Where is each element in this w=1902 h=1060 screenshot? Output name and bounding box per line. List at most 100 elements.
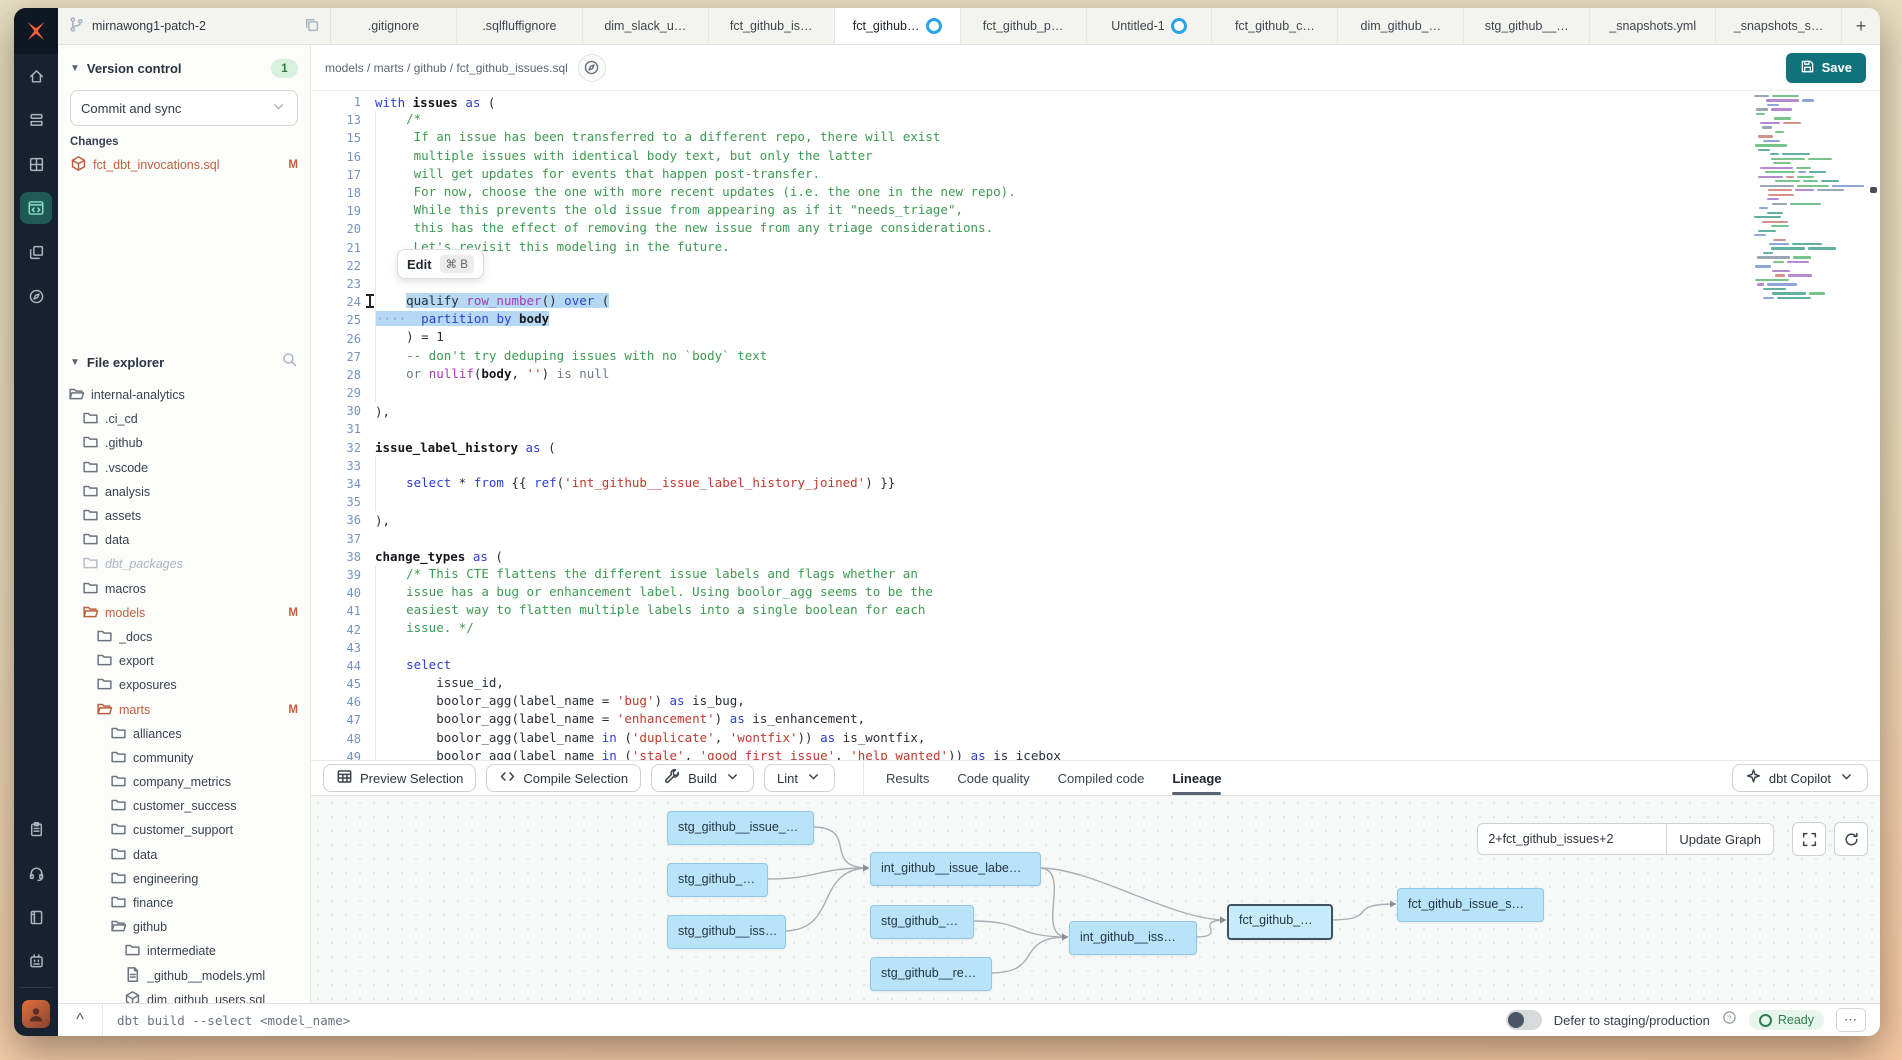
code-editor[interactable]: 1with issues as (13 /*15 If an issue has… — [311, 91, 1880, 760]
dbt-command-input[interactable]: dbt build --select <model_name> — [117, 1013, 350, 1028]
minimap[interactable] — [1754, 95, 1864, 310]
lineage-node-n8[interactable]: fct_github_… — [1227, 904, 1333, 940]
tab-compiled-code[interactable]: Compiled code — [1058, 761, 1145, 795]
rail-item-dbt-logo[interactable] — [14, 8, 58, 54]
defer-toggle[interactable] — [1506, 1010, 1542, 1030]
tab-results[interactable]: Results — [886, 761, 929, 795]
compile-selection-button[interactable]: Compile Selection — [486, 764, 641, 792]
code-line[interactable]: 15 If an issue has been transferred to a… — [311, 129, 1880, 147]
code-line[interactable]: 44 select — [311, 657, 1880, 675]
tree-item-internal-analytics[interactable]: internal-analytics — [58, 383, 310, 407]
code-line[interactable]: 23 — [311, 275, 1880, 293]
tree-item-.ci_cd[interactable]: .ci_cd — [58, 407, 310, 431]
lineage-selector-input[interactable] — [1477, 823, 1666, 855]
file-tab[interactable]: fct_github_is… — [709, 8, 835, 44]
code-line[interactable]: 19 While this prevents the old issue fro… — [311, 202, 1880, 220]
file-tab[interactable]: .sqlfluffignore — [457, 8, 583, 44]
lineage-node-n3[interactable]: stg_github__iss… — [667, 915, 786, 949]
changed-file[interactable]: fct_dbt_invocations.sqlM — [58, 152, 310, 178]
save-button[interactable]: Save — [1786, 53, 1866, 83]
tree-item-_docs[interactable]: _docs — [58, 625, 310, 649]
preview-selection-button[interactable]: Preview Selection — [323, 764, 476, 792]
tree-item-alliances[interactable]: alliances — [58, 722, 310, 746]
rail-item-home[interactable] — [14, 54, 58, 98]
file-tab[interactable]: fct_github… — [835, 8, 961, 44]
code-line[interactable]: 49 boolor_agg(label_name in ('stale', 'g… — [311, 748, 1880, 760]
code-line[interactable]: 46 boolor_agg(label_name = 'bug') as is_… — [311, 693, 1880, 711]
search-icon[interactable] — [281, 351, 298, 373]
tree-item-.github[interactable]: .github — [58, 431, 310, 455]
tree-item-customer_success[interactable]: customer_success — [58, 794, 310, 818]
rail-item-code-editor[interactable] — [14, 186, 58, 230]
rail-item-book[interactable] — [14, 895, 58, 939]
tree-item-finance[interactable]: finance — [58, 891, 310, 915]
tree-item-analysis[interactable]: analysis — [58, 480, 310, 504]
tree-item-macros[interactable]: macros — [58, 577, 310, 601]
file-tab[interactable]: fct_github_p… — [961, 8, 1087, 44]
tree-item-dim_github_users.sql[interactable]: dim_github_users.sql — [58, 988, 310, 1003]
code-line[interactable]: 41 easiest way to flatten multiple label… — [311, 602, 1880, 620]
rail-item-bot[interactable] — [14, 939, 58, 983]
code-line[interactable]: 18 For now, choose the one with more rec… — [311, 184, 1880, 202]
rail-item-compass[interactable] — [14, 274, 58, 318]
help-icon[interactable]: ? — [1722, 1010, 1737, 1030]
code-line[interactable]: 48 boolor_agg(label_name in ('duplicate'… — [311, 730, 1880, 748]
tree-item-.vscode[interactable]: .vscode — [58, 456, 310, 480]
rail-item-avatar[interactable] — [14, 992, 58, 1036]
code-line[interactable]: 21 Let's revisit this modeling in the fu… — [311, 239, 1880, 257]
rail-item-stack[interactable] — [14, 98, 58, 142]
code-line[interactable]: 16 multiple issues with identical body t… — [311, 148, 1880, 166]
code-line[interactable]: 17 will get updates for events that happ… — [311, 166, 1880, 184]
file-tab[interactable]: dim_github_… — [1338, 8, 1464, 44]
file-tab[interactable]: fct_github_c… — [1212, 8, 1338, 44]
code-line[interactable]: 30), — [311, 402, 1880, 420]
code-line[interactable]: 25···· partition by body — [311, 311, 1880, 329]
code-line[interactable]: 29 — [311, 384, 1880, 402]
file-tab[interactable]: _snapshots_s… — [1716, 8, 1842, 44]
rail-item-grid[interactable] — [14, 142, 58, 186]
code-line[interactable]: 40 issue has a bug or enhancement label.… — [311, 584, 1880, 602]
code-line[interactable]: 37 — [311, 530, 1880, 548]
lint-button[interactable]: Lint — [764, 764, 835, 792]
tree-item-models[interactable]: modelsM — [58, 601, 310, 625]
code-line[interactable]: 43 — [311, 639, 1880, 657]
tree-item-data[interactable]: data — [58, 528, 310, 552]
branch-selector[interactable]: mirnawong1-patch-2 — [58, 8, 331, 44]
chevron-down-icon[interactable]: ▼ — [70, 357, 80, 368]
tree-item-data[interactable]: data — [58, 843, 310, 867]
tree-item-dbt_packages[interactable]: dbt_packages — [58, 552, 310, 576]
file-tab[interactable]: dim_slack_u… — [583, 8, 709, 44]
code-line[interactable]: 22 — [311, 257, 1880, 275]
tree-item-company_metrics[interactable]: company_metrics — [58, 770, 310, 794]
compass-icon[interactable] — [578, 54, 606, 82]
lineage-node-n5[interactable]: stg_github_… — [870, 905, 974, 939]
tree-item-intermediate[interactable]: intermediate — [58, 939, 310, 963]
tree-item-exposures[interactable]: exposures — [58, 673, 310, 697]
code-line[interactable]: 31 — [311, 420, 1880, 438]
tree-item-marts[interactable]: martsM — [58, 697, 310, 721]
code-line[interactable]: 42 issue. */ — [311, 620, 1880, 638]
tree-item-customer_support[interactable]: customer_support — [58, 818, 310, 842]
file-tab[interactable]: .gitignore — [331, 8, 457, 44]
chevron-down-icon[interactable]: ▼ — [70, 63, 80, 74]
code-line[interactable]: 32issue_label_history as ( — [311, 439, 1880, 457]
code-line[interactable]: 20 this has the effect of removing the n… — [311, 220, 1880, 238]
tree-item-community[interactable]: community — [58, 746, 310, 770]
code-line[interactable]: 13 /* — [311, 111, 1880, 129]
tab-lineage[interactable]: Lineage — [1172, 761, 1221, 795]
dbt-copilot-button[interactable]: dbt Copilot — [1732, 764, 1868, 792]
code-line[interactable]: 27 -- don't try deduping issues with no … — [311, 348, 1880, 366]
lineage-node-n4[interactable]: int_github__issue_labe… — [870, 852, 1041, 886]
lineage-node-n7[interactable]: int_github__iss… — [1069, 921, 1197, 955]
expand-command-button[interactable]: ^ — [58, 1004, 103, 1036]
fullscreen-icon[interactable] — [1792, 822, 1826, 856]
edit-tooltip-label[interactable]: Edit — [407, 257, 432, 272]
lineage-node-n9[interactable]: fct_github_issue_s… — [1397, 888, 1544, 922]
tree-item-export[interactable]: export — [58, 649, 310, 673]
lineage-node-n1[interactable]: stg_github__issue_… — [667, 811, 814, 845]
code-line[interactable]: 24 qualify row_number() over ( — [311, 293, 1880, 311]
code-line[interactable]: 38change_types as ( — [311, 548, 1880, 566]
code-line[interactable]: 1with issues as ( — [311, 93, 1880, 111]
code-line[interactable]: 35 — [311, 493, 1880, 511]
tree-item-github[interactable]: github — [58, 915, 310, 939]
